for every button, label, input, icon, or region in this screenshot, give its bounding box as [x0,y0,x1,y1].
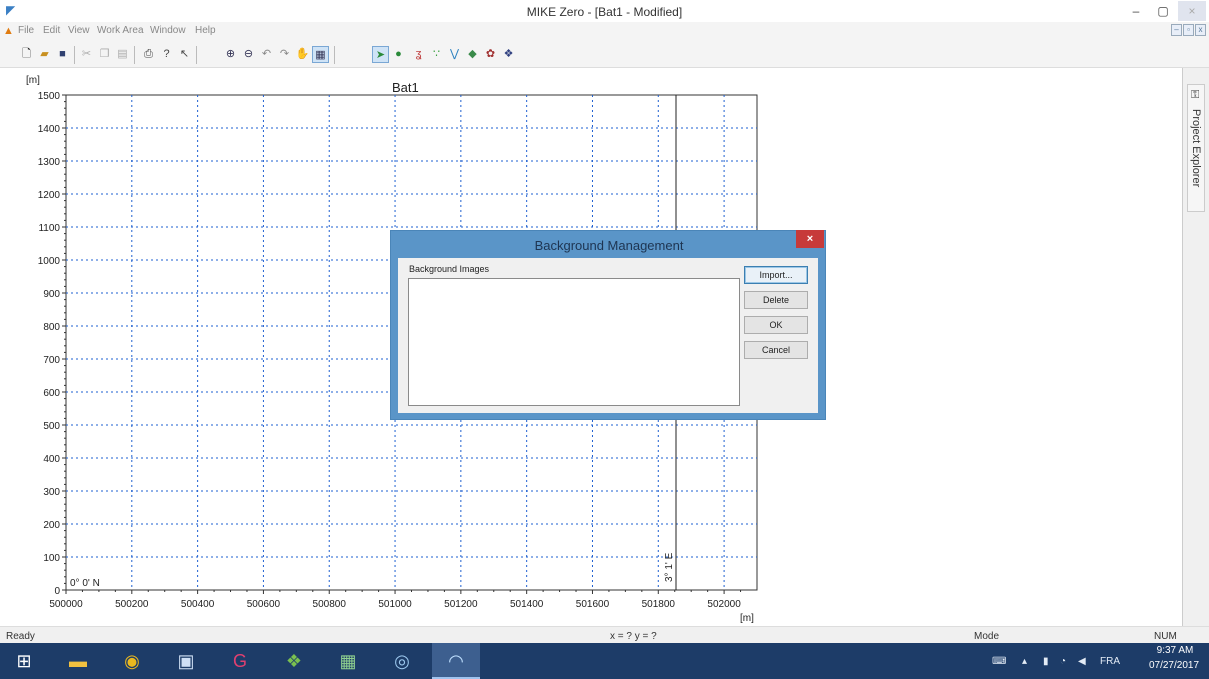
minimize-button[interactable]: – [1123,1,1149,21]
search-tool-icon[interactable]: ◎ [378,643,426,679]
gis-app-icon[interactable]: ❖ [270,643,318,679]
cancel-button[interactable]: Cancel [744,341,808,359]
chart-title: Bat1 [392,80,419,95]
title-bar: ◤ MIKE Zero - [Bat1 - Modified] – ▢ × [0,0,1209,22]
excel-icon[interactable]: ▦ [324,643,372,679]
menu-work-area[interactable]: Work Area [97,25,144,36]
taskbar: ⊞ ▬ ◉ ▣ G ❖ ▦ ◎ ◠ ⌨ ▴ ▮ ◔ ◀ FRA [0,643,1209,679]
status-num-lock: NUM [1154,631,1177,642]
menu-file[interactable]: File [18,25,34,36]
grid-toggle-icon[interactable]: ▦ [312,46,329,63]
zoom-previous-icon[interactable]: ↶ [258,46,275,63]
toolbar-separator [134,46,135,64]
network-icon[interactable]: ◔ [1060,656,1066,667]
status-mode: Mode [974,631,1000,642]
menu-view[interactable]: View [68,25,90,36]
toolbar-separator [334,46,335,64]
close-button[interactable]: × [1178,1,1206,21]
pan-icon[interactable]: ✋ [294,46,311,63]
polygon-icon[interactable]: ◆ [464,46,481,63]
menu-bar: ▲ File Edit View Work Area Window Help –… [0,22,1209,42]
menu-window[interactable]: Window [150,25,186,36]
select-pointer-icon[interactable]: ➤ [372,46,389,63]
new-file-icon[interactable]: 🗋 [18,46,35,63]
maximize-button[interactable]: ▢ [1150,1,1176,21]
toolbar-separator [196,46,197,64]
window-title: MIKE Zero - [Bat1 - Modified] [526,5,683,19]
status-ready: Ready [6,631,35,642]
toolbar-separator [74,46,75,64]
file-explorer-icon[interactable]: ▬ [54,643,102,679]
save-icon[interactable]: ■ [54,46,71,63]
project-explorer-tab[interactable]: ⚿ Project Explorer [1187,84,1205,212]
volume-icon[interactable]: ◀ [1078,656,1086,667]
battery-icon[interactable]: ▮ [1043,656,1049,667]
chrome-icon[interactable]: ◉ [108,643,156,679]
show-hidden-icons-icon[interactable]: ▴ [1022,656,1027,667]
draw-arc-icon[interactable]: ʓ [410,46,427,63]
project-explorer-label: Project Explorer [1190,109,1202,188]
polyline-icon[interactable]: ⋁ [446,46,463,63]
status-coordinates: x = ? y = ? [610,631,657,642]
clock-date[interactable]: 07/27/2017 [1143,660,1205,671]
status-bar: Ready x = ? y = ? Mode NUM [0,626,1209,643]
zoom-out-icon[interactable]: ⊖ [240,46,257,63]
delete-button[interactable]: Delete [744,291,808,309]
mdi-restore-button[interactable]: ▫ [1183,24,1194,36]
keyboard-icon[interactable]: ⌨ [992,656,1006,667]
mike-zero-taskbar-icon[interactable]: ◠ [432,643,480,679]
help-icon[interactable]: ? [158,46,175,63]
project-explorer-icon: ⚿ [1191,89,1200,101]
vertex-icon[interactable]: ∵ [428,46,445,63]
menu-edit[interactable]: Edit [43,25,60,36]
dialog-close-button[interactable]: × [796,230,824,248]
dialog-title: Background Management [534,238,684,253]
zoom-next-icon[interactable]: ↷ [276,46,293,63]
mdi-minimize-button[interactable]: – [1171,24,1182,36]
cut-icon[interactable]: ✂ [78,46,95,63]
toolbar: 🗋 ▰ ■ ✂ ❐ ▤ ⎙ ? ↖ ⊕ ⊖ ↶ ↷ ✋ ▦ ➤ ● ʓ ∵ ⋁ … [0,42,1209,68]
menu-help[interactable]: Help [195,25,216,36]
pdf-editor-icon[interactable]: G [216,643,264,679]
input-language[interactable]: FRA [1100,656,1120,667]
paste-icon[interactable]: ▤ [114,46,131,63]
import-button[interactable]: Import... [744,266,808,284]
mesh-icon[interactable]: ✿ [482,46,499,63]
background-images-list[interactable] [408,278,740,406]
document-menu-icon[interactable]: ▲ [3,25,14,37]
windows-start-icon[interactable]: ⊞ [0,643,48,679]
background-images-label: Background Images [409,264,490,274]
draw-point-icon[interactable]: ● [390,46,407,63]
copy-icon[interactable]: ❐ [96,46,113,63]
print-icon[interactable]: ⎙ [140,46,157,63]
word-icon[interactable]: ▣ [162,643,210,679]
zoom-in-icon[interactable]: ⊕ [222,46,239,63]
mdi-close-button[interactable]: x [1195,24,1206,36]
ok-button[interactable]: OK [744,316,808,334]
clock-time[interactable]: 9:37 AM [1150,645,1200,656]
triangulate-icon[interactable]: ❖ [500,46,517,63]
context-help-icon[interactable]: ↖ [176,46,193,63]
open-folder-icon[interactable]: ▰ [36,46,53,63]
